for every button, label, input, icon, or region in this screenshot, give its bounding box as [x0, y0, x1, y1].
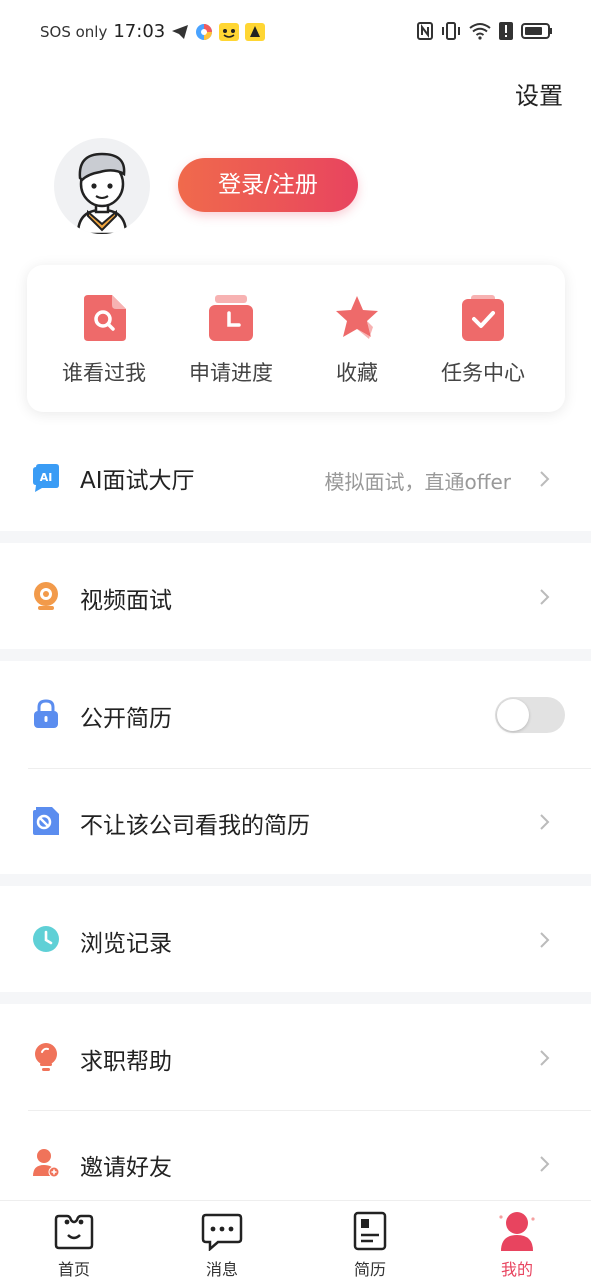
carrier-label: SOS only — [40, 22, 108, 41]
menu-job-help[interactable]: 求职帮助 — [0, 1004, 591, 1110]
nfc-icon — [417, 22, 433, 40]
ai-icon: AI — [33, 464, 59, 492]
wifi-icon — [469, 23, 491, 40]
chevron-right-icon — [540, 814, 550, 830]
chevron-right-icon — [540, 1156, 550, 1172]
section-gap — [0, 649, 591, 661]
section-gap — [0, 992, 591, 1004]
nav-tab-home[interactable]: 首页 — [0, 1201, 148, 1281]
telegram-icon — [172, 24, 189, 39]
clock-time: 17:03 — [113, 21, 166, 42]
quick-action-label: 任务中心 — [441, 361, 525, 385]
magnifier-document-icon — [84, 295, 126, 341]
app-penguin-icon — [245, 22, 266, 41]
app-emoji-icon — [219, 22, 240, 41]
menu-label: 求职帮助 — [80, 1049, 172, 1075]
vibrate-icon — [442, 22, 460, 40]
menu-label: 公开简历 — [80, 706, 172, 732]
chat-bubble-icon — [201, 1213, 243, 1251]
chevron-right-icon — [540, 1050, 550, 1066]
quick-action-task-center[interactable]: 任务中心 — [418, 265, 548, 412]
quick-action-label: 收藏 — [336, 361, 378, 385]
quick-action-label: 申请进度 — [189, 361, 273, 385]
section-gap — [0, 531, 591, 543]
ai-icon-text: AI — [40, 471, 53, 484]
menu-label: AI面试大厅 — [80, 468, 195, 494]
section-gap — [0, 874, 591, 886]
quick-actions-card: 谁看过我 申请进度 收藏 任务中心 — [27, 265, 565, 412]
nav-tab-mine[interactable]: 我的 — [443, 1201, 591, 1281]
quick-action-favorites[interactable]: 收藏 — [292, 265, 422, 412]
home-icon — [54, 1214, 94, 1250]
star-icon — [336, 296, 378, 339]
menu-block-company[interactable]: 不让该公司看我的简历 — [0, 769, 591, 874]
clock-icon — [33, 926, 59, 952]
nav-label: 简历 — [353, 1260, 386, 1279]
checklist-icon — [462, 295, 504, 341]
nav-label: 消息 — [205, 1260, 238, 1279]
settings-link[interactable]: 设置 — [515, 76, 563, 111]
chevron-right-icon — [540, 589, 550, 605]
quick-action-label: 谁看过我 — [62, 361, 146, 385]
nav-label: 首页 — [57, 1260, 90, 1279]
battery-icon — [521, 23, 552, 39]
public-resume-toggle[interactable] — [495, 697, 565, 733]
status-bar: SOS only 17:03 — [0, 0, 591, 66]
menu-label: 不让该公司看我的简历 — [80, 813, 310, 839]
menu-subtitle: 模拟面试，直通offer — [324, 470, 511, 494]
add-person-icon — [33, 1149, 60, 1178]
webcam-icon — [34, 582, 58, 610]
lightbulb-icon — [35, 1043, 57, 1071]
app-colorwheel-icon — [196, 23, 213, 40]
menu-browse-history[interactable]: 浏览记录 — [0, 886, 591, 992]
blocked-document-icon — [33, 807, 59, 835]
nav-tab-messages[interactable]: 消息 — [148, 1201, 296, 1281]
menu-label: 邀请好友 — [80, 1155, 172, 1181]
resume-document-icon — [353, 1211, 387, 1251]
menu-label: 视频面试 — [80, 588, 172, 614]
quick-action-application-progress[interactable]: 申请进度 — [166, 265, 296, 412]
login-register-button[interactable]: 登录/注册 — [178, 158, 358, 212]
toggle-knob — [497, 699, 529, 731]
chevron-right-icon — [540, 932, 550, 948]
nav-tab-resume[interactable]: 简历 — [296, 1201, 444, 1281]
menu-video-interview[interactable]: 视频面试 — [0, 543, 591, 649]
nav-label: 我的 — [500, 1260, 533, 1279]
default-avatar-icon — [76, 152, 128, 234]
menu-label: 浏览记录 — [80, 931, 172, 957]
avatar[interactable] — [54, 138, 150, 234]
bottom-navigation: 首页 消息 简历 我的 — [0, 1200, 591, 1281]
padlock-icon — [34, 699, 58, 728]
person-active-icon — [499, 1212, 535, 1251]
menu-invite-friends[interactable]: 邀请好友 — [0, 1111, 591, 1200]
alert-icon — [499, 22, 513, 40]
clock-calendar-icon — [209, 295, 253, 341]
quick-action-who-viewed-me[interactable]: 谁看过我 — [39, 265, 169, 412]
chevron-right-icon — [540, 471, 550, 487]
menu-ai-interview[interactable]: AI AI面试大厅 模拟面试，直通offer — [0, 425, 591, 531]
